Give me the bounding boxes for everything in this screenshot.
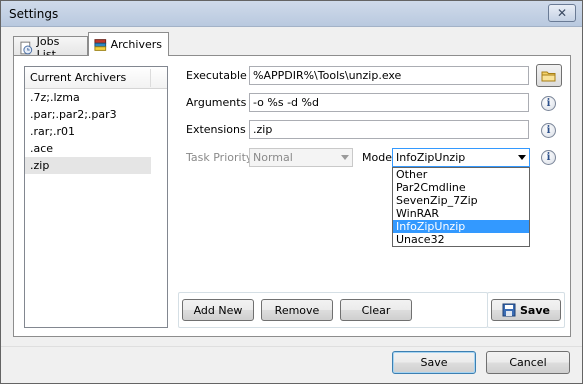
mode-dropdown-list: Other Par2Cmdline SevenZip_7Zip WinRAR I… <box>392 167 530 247</box>
task-priority-select: Normal <box>249 148 353 167</box>
mode-select[interactable]: InfoZipUnzip <box>392 148 530 167</box>
clock-page-icon <box>20 41 33 54</box>
archive-icon <box>94 38 107 51</box>
chevron-down-icon <box>341 155 349 160</box>
list-item[interactable]: .ace <box>25 140 151 157</box>
executable-input[interactable]: %APPDIR%\Tools\unzip.exe <box>249 66 529 85</box>
arguments-label: Arguments <box>186 96 247 109</box>
close-button[interactable]: ✕ <box>548 4 576 22</box>
save-archiver-label: Save <box>520 303 550 317</box>
extensions-info-icon[interactable]: i <box>541 123 556 138</box>
arguments-input[interactable]: -o %s -d %d <box>249 93 529 112</box>
settings-window: Settings ✕ Jobs List Archivers Current A… <box>0 0 583 384</box>
tab-archivers[interactable]: Archivers <box>88 32 169 56</box>
mode-option-selected[interactable]: InfoZipUnzip <box>393 220 529 233</box>
mode-option[interactable]: WinRAR <box>393 207 529 220</box>
mode-option[interactable]: Other <box>393 168 529 181</box>
task-priority-label: Task Priority <box>186 151 253 164</box>
archivers-panel: Current Archivers .7z;.lzma .par;.par2;.… <box>13 55 571 337</box>
extensions-label: Extensions <box>186 123 246 136</box>
remove-button[interactable]: Remove <box>261 299 333 321</box>
mode-option[interactable]: Par2Cmdline <box>393 181 529 194</box>
list-item[interactable]: .par;.par2;.par3 <box>25 106 151 123</box>
mode-value: InfoZipUnzip <box>396 151 466 164</box>
browse-button[interactable] <box>536 64 562 87</box>
footer-divider <box>1 346 582 347</box>
mode-info-icon[interactable]: i <box>541 150 556 165</box>
mode-option[interactable]: Unace32 <box>393 233 529 246</box>
task-priority-value: Normal <box>253 151 293 164</box>
list-item[interactable]: .rar;.r01 <box>25 123 151 140</box>
folder-icon <box>541 71 556 81</box>
tab-archivers-label: Archivers <box>110 38 162 51</box>
title-bar: Settings ✕ <box>1 1 582 27</box>
arguments-info-icon[interactable]: i <box>541 96 556 111</box>
close-icon: ✕ <box>556 6 568 20</box>
mode-option[interactable]: SevenZip_7Zip <box>393 194 529 207</box>
floppy-disk-icon <box>502 303 516 317</box>
add-new-button[interactable]: Add New <box>182 299 254 321</box>
archivers-list[interactable]: Current Archivers .7z;.lzma .par;.par2;.… <box>24 66 168 328</box>
window-title: Settings <box>9 7 59 21</box>
archivers-list-header[interactable]: Current Archivers <box>25 67 167 89</box>
list-item-selected[interactable]: .zip <box>25 157 151 174</box>
chevron-down-icon <box>518 155 526 160</box>
mode-label: Mode <box>362 151 392 164</box>
clear-button[interactable]: Clear <box>340 299 412 321</box>
extensions-input[interactable]: .zip <box>249 120 529 139</box>
save-button[interactable]: Save <box>392 351 476 374</box>
save-archiver-button[interactable]: Save <box>491 299 561 321</box>
cancel-button[interactable]: Cancel <box>486 351 570 374</box>
executable-label: Executable <box>186 69 247 82</box>
list-item[interactable]: .7z;.lzma <box>25 89 151 106</box>
